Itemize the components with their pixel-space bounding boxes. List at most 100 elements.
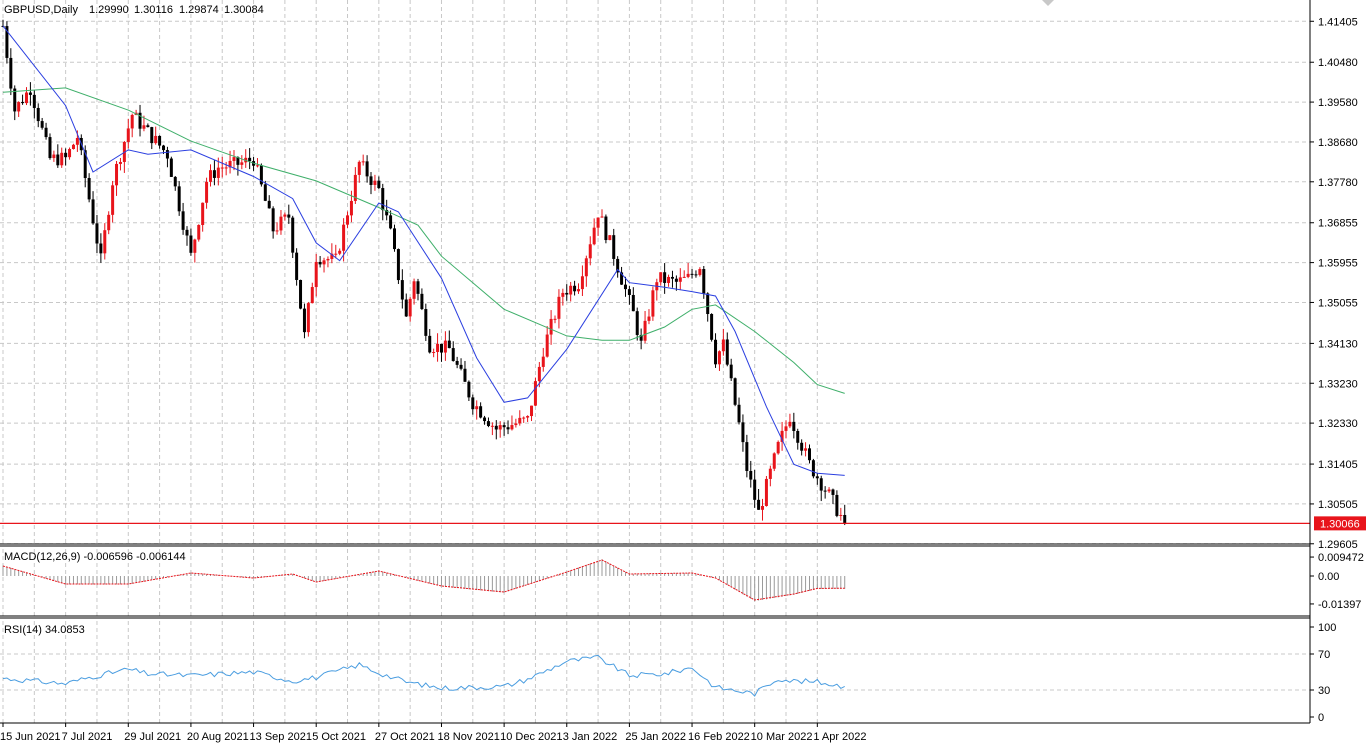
price-tick-label-0: 1.41405	[1318, 16, 1358, 28]
candle-body-81	[318, 261, 322, 265]
candle-body-205	[804, 448, 808, 451]
candle-body-190	[745, 442, 749, 471]
candle-body-6	[24, 92, 28, 104]
candle-120	[471, 394, 475, 415]
time-tick-label-3: 20 Aug 2021	[187, 731, 249, 743]
candle-body-165	[647, 316, 651, 321]
candle-143	[561, 288, 565, 306]
candle-body-45	[177, 186, 181, 212]
candle-4	[17, 101, 21, 117]
candle-9	[36, 103, 40, 128]
candle-127	[498, 421, 502, 438]
chart-window[interactable]: GBPUSD,Daily 1.29990 1.30116 1.29874 1.3…	[0, 0, 1371, 749]
candle-body-152	[596, 217, 600, 228]
candle-body-50	[197, 225, 201, 240]
candle-body-125	[490, 425, 494, 427]
candle-body-159	[623, 284, 627, 290]
candle-63	[248, 148, 252, 170]
candle-167	[655, 278, 659, 301]
candle-93	[365, 155, 369, 183]
candle-195	[764, 476, 768, 507]
candle-30	[118, 157, 122, 171]
candle-39	[154, 126, 158, 145]
candle-45	[177, 181, 181, 216]
candle-body-107	[420, 293, 424, 310]
candle-body-112	[439, 343, 443, 353]
candle-body-100	[393, 228, 396, 250]
candle-body-40	[158, 135, 162, 146]
candle-body-95	[373, 180, 377, 185]
candle-32	[126, 118, 130, 149]
candle-31	[122, 140, 126, 173]
candle-body-203	[796, 431, 800, 443]
candle-38	[150, 126, 154, 150]
candle-body-181	[710, 314, 714, 340]
candle-29	[115, 160, 119, 196]
candle-body-32	[126, 128, 130, 142]
candle-body-207	[811, 460, 815, 477]
candle-138	[541, 347, 545, 372]
candle-47	[185, 226, 189, 246]
macd-tick-label-1: 0.00	[1318, 571, 1339, 583]
chart-shift-marker-icon[interactable]	[1042, 0, 1054, 6]
candle-body-118	[463, 368, 467, 382]
candle-body-63	[248, 157, 252, 162]
candle-76	[299, 279, 303, 310]
candle-body-179	[702, 269, 706, 294]
candle-body-197	[772, 453, 776, 469]
candle-62	[244, 149, 248, 168]
candle-162	[635, 307, 639, 341]
candle-101	[396, 248, 400, 284]
candle-71	[279, 210, 283, 235]
candle-91	[357, 160, 361, 183]
candle-body-4	[17, 102, 21, 112]
candle-body-211	[827, 489, 831, 492]
candle-69	[271, 206, 275, 239]
candle-body-161	[631, 294, 635, 312]
candle-body-137	[537, 366, 541, 382]
candle-body-215	[843, 514, 847, 524]
candle-209	[819, 475, 823, 502]
candle-body-124	[486, 421, 490, 427]
candle-body-155	[608, 235, 612, 241]
symbol-title: GBPUSD,Daily	[4, 4, 78, 16]
candle-174	[682, 270, 686, 278]
candle-body-185	[725, 339, 729, 365]
candle-body-92	[361, 161, 365, 163]
candle-70	[275, 222, 279, 235]
candle-136	[533, 377, 537, 406]
candle-body-43	[169, 158, 173, 177]
candle-78	[306, 301, 310, 337]
candle-body-191	[749, 470, 753, 480]
candle-body-87	[342, 224, 346, 251]
candle-body-116	[455, 360, 459, 365]
candle-body-145	[569, 285, 573, 295]
candle-body-209	[819, 478, 823, 491]
candle-body-143	[561, 292, 565, 297]
candle-body-75	[295, 252, 299, 280]
candle-18	[71, 143, 75, 150]
candle-135	[530, 405, 534, 422]
time-tick-label-6: 27 Oct 2021	[375, 731, 435, 743]
candle-body-110	[432, 352, 436, 354]
time-tick-label-5: 5 Oct 2021	[312, 731, 366, 743]
candle-149	[584, 255, 588, 287]
candle-82	[322, 257, 326, 273]
candle-46	[181, 202, 185, 235]
price-chart[interactable]: GBPUSD,Daily 1.29990 1.30116 1.29874 1.3…	[0, 0, 1371, 749]
candle-body-174	[682, 276, 686, 278]
candle-body-186	[729, 364, 733, 379]
price-tick-label-5: 1.36855	[1318, 218, 1358, 230]
candle-106	[416, 278, 420, 301]
candle-body-193	[757, 499, 761, 510]
candle-96	[377, 176, 381, 190]
candle-88	[346, 211, 350, 229]
candle-190	[745, 434, 749, 478]
candle-14	[56, 144, 60, 168]
candle-body-212	[831, 489, 835, 495]
time-tick-label-0: 15 Jun 2021	[0, 731, 61, 743]
time-tick-label-2: 29 Jul 2021	[124, 731, 181, 743]
candle-129	[506, 420, 510, 435]
macd-signal-line	[2, 559, 845, 601]
candle-body-104	[408, 298, 412, 317]
